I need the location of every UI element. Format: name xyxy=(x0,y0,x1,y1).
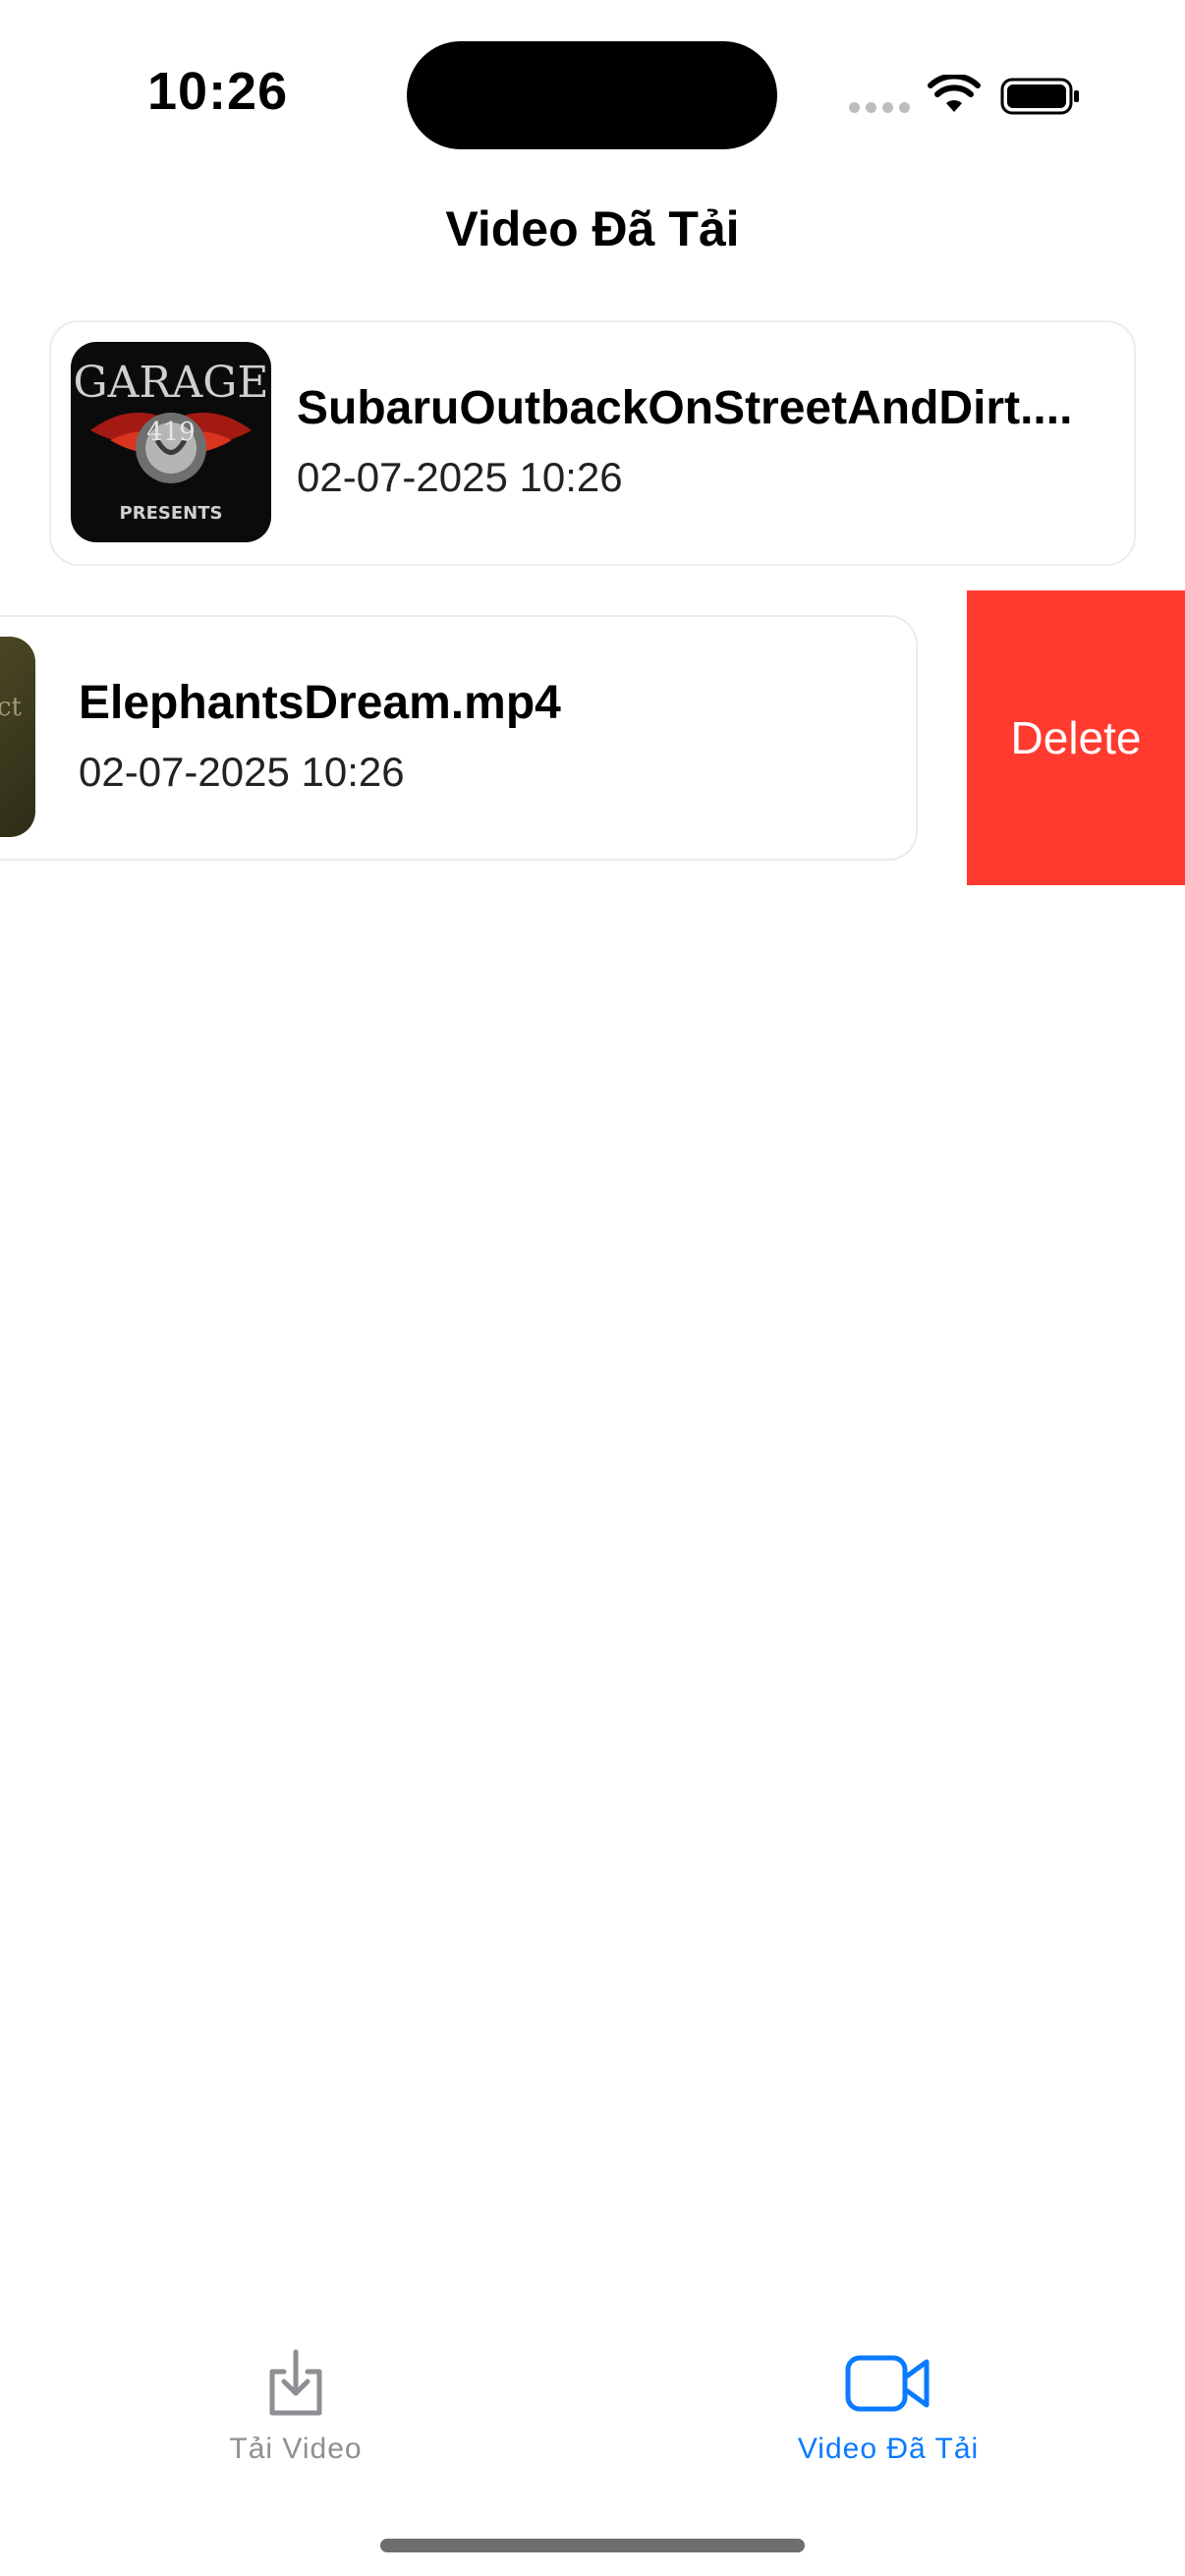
tab-label: Tải Video xyxy=(229,2433,363,2465)
download-tray-icon xyxy=(269,2349,322,2416)
thumbnail-garage-text: GARAGE xyxy=(73,358,268,408)
wifi-icon xyxy=(928,75,981,112)
video-date: 02-07-2025 10:26 xyxy=(79,749,405,795)
video-title: SubaruOutbackOnStreetAndDirt.... xyxy=(297,382,1073,434)
home-indicator[interactable] xyxy=(380,2539,805,2552)
video-title: ElephantsDream.mp4 xyxy=(79,677,561,729)
thumbnail-presents-text: PRESENTS xyxy=(120,503,223,524)
dynamic-island xyxy=(407,41,777,149)
tab-video-da-tai[interactable]: Video Đã Tải xyxy=(741,2348,1036,2486)
tab-tai-video[interactable]: Tải Video xyxy=(148,2348,443,2486)
page-title: Video Đã Tải xyxy=(445,201,740,256)
thumbnail-number-text: 419 xyxy=(146,418,196,447)
video-list-item[interactable]: project ElephantsDream.mp4 02-07-2025 10… xyxy=(0,615,918,861)
screen: 10:26 Video Đã Tải GARAGE 419 PRESENTS S… xyxy=(0,0,1185,2576)
delete-button[interactable]: Delete xyxy=(967,590,1185,885)
tab-label: Video Đã Tải xyxy=(797,2433,980,2465)
thumbnail-project-text: project xyxy=(0,693,23,722)
video-thumbnail: GARAGE 419 PRESENTS xyxy=(71,342,271,542)
video-list-item[interactable]: GARAGE 419 PRESENTS SubaruOutbackOnStree… xyxy=(49,320,1136,566)
video-camera-icon xyxy=(845,2355,930,2412)
video-date: 02-07-2025 10:26 xyxy=(297,454,623,500)
video-thumbnail: project xyxy=(0,637,35,837)
battery-icon xyxy=(1000,78,1079,115)
status-time: 10:26 xyxy=(147,62,289,121)
cellular-signal-icon xyxy=(849,102,910,113)
